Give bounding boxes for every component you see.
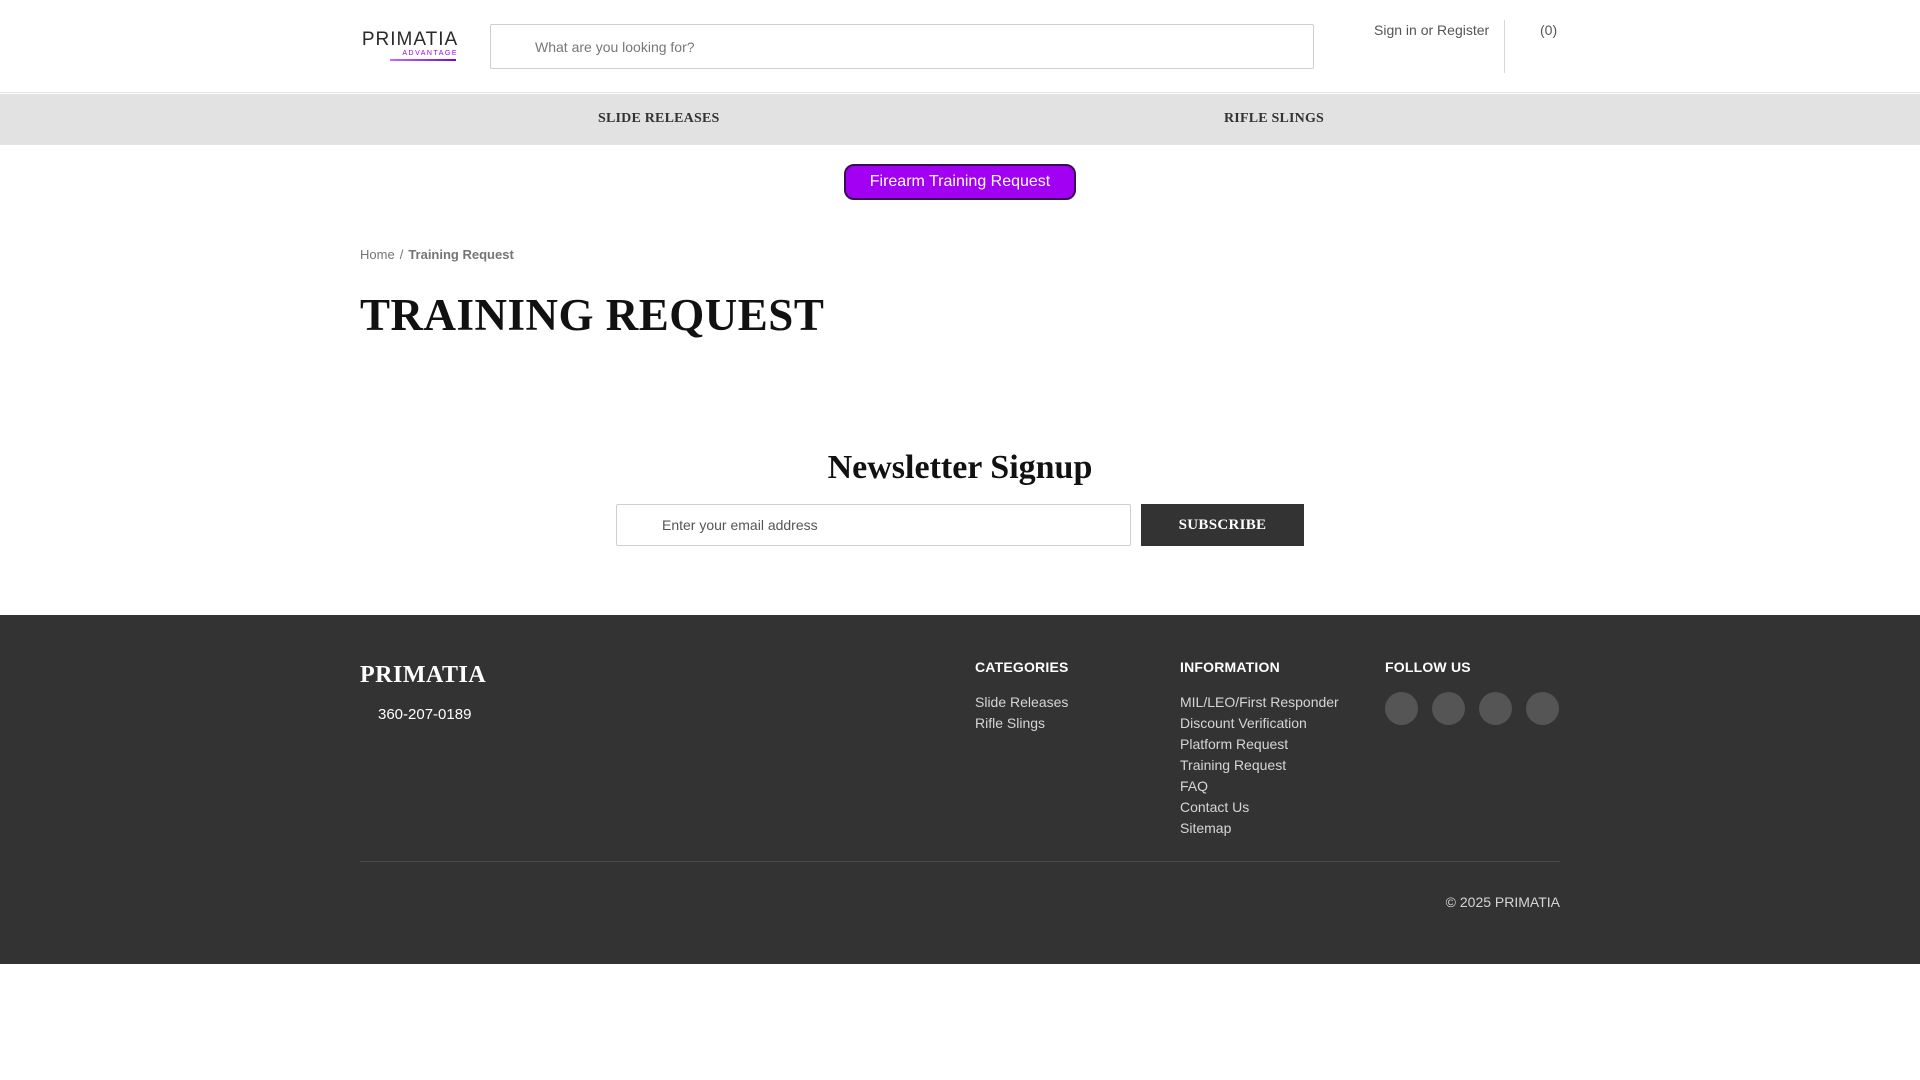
breadcrumb: Home / Training Request (360, 247, 514, 262)
newsletter-email-box (616, 504, 1131, 546)
footer-link-platform-request[interactable]: Platform Request (1180, 734, 1339, 755)
social-icon-1[interactable] (1385, 692, 1418, 725)
register-link[interactable]: Register (1437, 22, 1489, 38)
footer-link-mil-leo[interactable]: MIL/LEO/First Responder (1180, 692, 1339, 713)
breadcrumb-separator: / (399, 247, 404, 262)
breadcrumb-home[interactable]: Home (360, 247, 395, 262)
logo-underline (390, 59, 456, 61)
footer-link-sitemap[interactable]: Sitemap (1180, 818, 1339, 839)
cart-count: (0) (1540, 22, 1558, 38)
footer-phone[interactable]: 360-207-0189 (360, 706, 471, 723)
footer-link-rifle-slings[interactable]: Rifle Slings (975, 713, 1069, 734)
logo-word: PRIMATIA (361, 29, 459, 50)
logo-sub: ADVANTAGE (402, 50, 458, 57)
mail-icon (633, 517, 653, 533)
header-divider (1504, 20, 1505, 73)
firearm-training-request-button[interactable]: Firearm Training Request (844, 164, 1076, 200)
user-nav: Sign in or Register (1374, 22, 1489, 38)
footer-link-slide-releases[interactable]: Slide Releases (975, 692, 1069, 713)
site-logo[interactable]: PRIMATIA ADVANTAGE (360, 30, 460, 62)
search-input[interactable] (535, 25, 1295, 68)
nav-item-rifle-slings[interactable]: RIFLE SLINGS (1224, 111, 1324, 127)
footer-information-heading: INFORMATION (1180, 659, 1280, 675)
newsletter-title: Newsletter Signup (827, 449, 1093, 486)
page-title: TRAINING REQUEST (360, 290, 825, 340)
footer-follow-heading: FOLLOW US (1385, 659, 1471, 675)
social-icon-2[interactable] (1432, 692, 1465, 725)
site-header: PRIMATIA ADVANTAGE Sign in or Register (… (0, 0, 1920, 93)
footer-brand: PRIMATIA (360, 662, 487, 688)
social-links (1385, 692, 1559, 725)
phone-icon (360, 707, 374, 721)
sign-in-link[interactable]: Sign in (1374, 22, 1417, 38)
footer-categories-heading: CATEGORIES (975, 659, 1069, 675)
newsletter-email-input[interactable] (662, 505, 1117, 545)
footer-link-contact-us[interactable]: Contact Us (1180, 797, 1339, 818)
footer-categories: CATEGORIES Slide Releases Rifle Slings (975, 659, 1069, 734)
footer-link-faq[interactable]: FAQ (1180, 776, 1339, 797)
footer-link-discount-verification[interactable]: Discount Verification (1180, 713, 1339, 734)
search-icon[interactable] (505, 38, 523, 56)
social-icon-4[interactable] (1526, 692, 1559, 725)
footer-divider (360, 861, 1560, 862)
breadcrumb-current: Training Request (408, 247, 514, 262)
footer-follow: FOLLOW US (1385, 659, 1559, 725)
search-box (490, 24, 1314, 69)
cart-link[interactable]: (0) (1540, 22, 1557, 38)
footer-link-training-request[interactable]: Training Request (1180, 755, 1339, 776)
category-nav: SLIDE RELEASES RIFLE SLINGS (0, 94, 1920, 145)
nav-item-slide-releases[interactable]: SLIDE RELEASES (598, 111, 719, 127)
social-icon-3[interactable] (1479, 692, 1512, 725)
site-footer: PRIMATIA 360-207-0189 CATEGORIES Slide R… (0, 615, 1920, 964)
copyright: © 2025 PRIMATIA (1445, 894, 1560, 910)
or-text: or (1420, 22, 1434, 38)
footer-information: INFORMATION MIL/LEO/First Responder Disc… (1180, 659, 1339, 839)
footer-phone-number: 360-207-0189 (378, 706, 472, 723)
subscribe-button[interactable]: SUBSCRIBE (1141, 504, 1304, 546)
